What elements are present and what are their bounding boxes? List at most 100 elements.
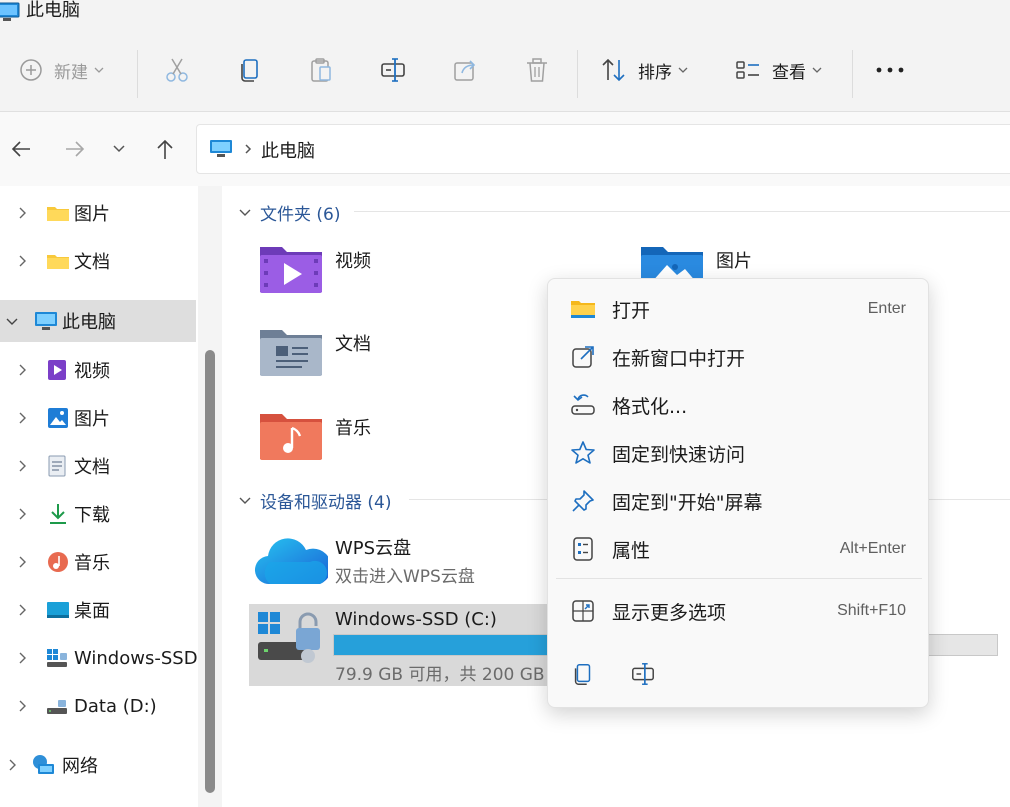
cloud-icon (254, 538, 328, 585)
sidebar-scrollbar-thumb[interactable] (205, 350, 215, 793)
share-button[interactable] (451, 28, 479, 112)
chevron-right-icon (19, 604, 26, 616)
add-icon (20, 59, 42, 81)
sidebar-item-label: 视频 (74, 361, 110, 382)
delete-button[interactable] (523, 28, 551, 112)
rename-icon (381, 58, 405, 82)
sidebar-item-network[interactable]: 网络 (0, 744, 196, 786)
breadcrumb[interactable]: 此电脑 (261, 137, 315, 163)
copy-button[interactable] (568, 659, 598, 689)
rename-button[interactable] (628, 659, 658, 689)
recent-locations-button[interactable] (104, 134, 134, 164)
video-folder-icon (260, 247, 322, 293)
chevron-down-icon (239, 209, 251, 216)
folders-group-label: 文件夹 (6) (260, 205, 341, 225)
sidebar-item-documents[interactable]: 文档 (0, 445, 196, 487)
trash-icon (527, 58, 547, 82)
folder-name: 图片 (716, 251, 752, 272)
arrow-up-icon (157, 139, 173, 159)
menu-item-shortcut: Alt+Enter (839, 540, 906, 557)
folders-group-header[interactable]: 文件夹 (6) (238, 200, 340, 225)
device-name: Windows-SSD (C:) (335, 609, 497, 630)
sidebar-item-label: 图片 (74, 204, 110, 225)
menu-item-pin-start[interactable]: 固定到"开始"屏幕 (548, 478, 928, 524)
folder-open-icon (570, 296, 596, 322)
drive-icon (47, 700, 67, 714)
show-more-options-icon (570, 598, 596, 624)
properties-icon (570, 536, 596, 562)
forward-button[interactable] (60, 134, 90, 164)
devices-group-label: 设备和驱动器 (4) (260, 493, 392, 513)
menu-item-properties[interactable]: 属性 Alt+Enter (548, 526, 928, 572)
menu-item-format[interactable]: 格式化... (548, 382, 928, 428)
sidebar-item-pictures[interactable]: 图片 (0, 397, 196, 439)
copy-icon (241, 59, 258, 82)
chevron-down-icon (113, 145, 125, 153)
sidebar-item-label: 下载 (74, 505, 110, 526)
desktop-icon (47, 602, 69, 618)
music-folder-icon (260, 414, 322, 460)
music-icon (48, 552, 68, 572)
sidebar-item-data-drive[interactable]: Data (D:) (0, 685, 196, 727)
menu-separator (556, 578, 922, 579)
menu-item-label: 固定到"开始"屏幕 (612, 491, 763, 514)
document-icon (48, 455, 66, 477)
toolbar-separator (137, 50, 138, 98)
picture-folder-icon (641, 247, 703, 283)
menu-item-label: 固定到快速访问 (612, 443, 746, 466)
rename-button[interactable] (379, 28, 407, 112)
sidebar-item-videos[interactable]: 视频 (0, 349, 196, 391)
address-bar[interactable]: 此电脑 (196, 124, 1010, 174)
pin-icon (570, 488, 596, 514)
view-button[interactable]: 查看 (734, 28, 822, 112)
new-button[interactable]: 新建 (18, 28, 104, 112)
sidebar-item-documents-quick[interactable]: 文档 (0, 240, 196, 282)
context-menu: 打开 Enter 在新窗口中打开 格式化... 固定到快速访问 固定到"开始"屏… (547, 278, 929, 708)
chevron-down-icon (678, 67, 688, 73)
cut-button[interactable] (163, 28, 191, 112)
menu-item-shortcut: Enter (867, 300, 906, 317)
star-icon (570, 440, 596, 466)
sidebar-item-label: 音乐 (74, 553, 110, 574)
chevron-right-icon (19, 364, 26, 376)
sidebar-item-windows-ssd[interactable]: Windows-SSD (0, 637, 198, 679)
group-divider (354, 211, 1010, 212)
new-label: 新建 (54, 62, 88, 83)
sidebar-item-this-pc[interactable]: 此电脑 (0, 300, 196, 342)
device-subtitle: 双击进入WPS云盘 (335, 567, 475, 587)
sidebar-item-label: 此电脑 (62, 312, 116, 333)
open-new-window-icon (570, 344, 596, 370)
sidebar-item-label: 网络 (62, 756, 98, 777)
folder-icon (47, 255, 69, 269)
menu-item-label: 显示更多选项 (612, 601, 727, 624)
title-bar: 此电脑 (0, 0, 1010, 28)
folder-name: 文档 (335, 334, 371, 355)
copy-button[interactable] (236, 28, 264, 112)
chevron-down-icon (6, 318, 18, 325)
sidebar-item-music[interactable]: 音乐 (0, 541, 196, 583)
devices-group-header[interactable]: 设备和驱动器 (4) (238, 488, 391, 513)
sidebar-item-label: Windows-SSD (74, 647, 198, 669)
sort-button[interactable]: 排序 (600, 28, 688, 112)
sidebar-item-label: 文档 (74, 252, 110, 273)
sidebar-item-pictures-quick[interactable]: 图片 (0, 192, 196, 234)
more-options-button[interactable] (875, 28, 905, 112)
menu-item-label: 打开 (612, 299, 651, 322)
menu-item-show-more-options[interactable]: 显示更多选项 Shift+F10 (548, 588, 928, 634)
clipboard-icon (311, 58, 331, 82)
sidebar-item-desktop[interactable]: 桌面 (0, 589, 196, 631)
paste-button[interactable] (307, 28, 335, 112)
menu-item-open[interactable]: 打开 Enter (548, 286, 928, 332)
menu-item-pin-quick-access[interactable]: 固定到快速访问 (548, 430, 928, 476)
more-icon (876, 67, 904, 73)
menu-item-open-new-window[interactable]: 在新窗口中打开 (548, 334, 928, 380)
sidebar-item-label: Data (D:) (74, 695, 157, 717)
sidebar-item-downloads[interactable]: 下载 (0, 493, 196, 535)
up-button[interactable] (150, 134, 180, 164)
arrow-left-icon (11, 141, 30, 157)
view-icon (736, 61, 759, 79)
rename-icon (632, 663, 654, 685)
menu-item-label: 在新窗口中打开 (612, 347, 746, 370)
back-button[interactable] (6, 134, 36, 164)
chevron-right-icon (19, 652, 26, 664)
